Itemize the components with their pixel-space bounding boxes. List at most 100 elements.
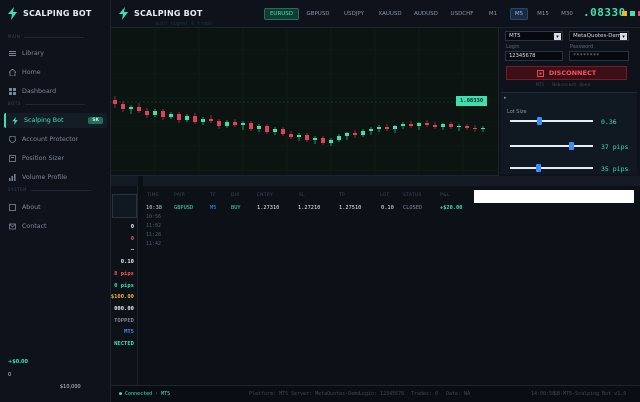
col-header-lot: LOT xyxy=(380,193,390,198)
sidebar-item-position-sizer[interactable]: Position Sizer xyxy=(4,151,107,166)
sidebar-item-dashboard[interactable]: Dashboard xyxy=(4,84,107,99)
app-logo: SCALPING BOT xyxy=(8,7,92,20)
current-price: .08330 xyxy=(583,6,626,19)
chart-watermark: auto signal & trade xyxy=(155,21,213,27)
sidebar-item-library[interactable]: Library xyxy=(4,46,107,61)
lot-size-value: 0.36 xyxy=(601,118,617,126)
disconnect-button[interactable]: DISCONNECT xyxy=(506,66,627,80)
bot-settings-panel: ▸ Lot Size 0.36 37 pips 35 pips xyxy=(501,92,637,174)
col-header-time: TIME xyxy=(147,193,160,198)
candle-body xyxy=(457,126,461,127)
trade-time: 10:38 xyxy=(146,205,162,211)
stop-loss-slider-knob[interactable] xyxy=(535,164,541,172)
candle-body xyxy=(113,100,117,104)
maximize-button[interactable] xyxy=(630,11,635,16)
login-label: Login xyxy=(506,44,520,50)
lot-size-label: Lot Size xyxy=(507,109,527,115)
candle-body xyxy=(273,129,277,132)
pair-tab-usdjpy[interactable]: USDJPY xyxy=(337,8,371,20)
col-header-pair: PAIR xyxy=(174,193,186,198)
status-platform: Platform: MT5 xyxy=(249,391,289,397)
candle-body xyxy=(265,126,269,132)
pair-tab-xauusd[interactable]: XAUUSD xyxy=(373,8,407,20)
candle-body xyxy=(401,124,405,126)
take-profit-slider-knob[interactable] xyxy=(568,142,574,150)
candle-body xyxy=(385,127,389,129)
price-chart[interactable]: auto signal & trade 1.08330 xyxy=(111,21,498,176)
timeframe-tab-m5[interactable]: M5 xyxy=(510,8,528,20)
candle-body xyxy=(393,126,397,129)
trade-direction: BUY xyxy=(231,205,241,211)
sidebar-item-label: Volume Profile xyxy=(22,174,68,181)
password-field[interactable]: ******** xyxy=(569,51,629,61)
stat-value: – xyxy=(130,247,134,254)
list-icon xyxy=(9,50,16,57)
sidebar-item-volume-profile[interactable]: Volume Profile xyxy=(4,170,107,185)
sidebar-item-about[interactable]: About xyxy=(4,200,107,215)
candle-body xyxy=(281,129,285,134)
connection-status: ● Connected · MT5 xyxy=(119,391,171,397)
section-caret-icon: ▸ xyxy=(504,95,507,101)
col-header-pnl: P&L xyxy=(440,193,450,198)
candle-body xyxy=(369,129,373,131)
candle-body xyxy=(377,127,381,129)
sidebar-item-account-protector[interactable]: Account Protector xyxy=(4,132,107,147)
stats-header xyxy=(111,176,138,186)
info-icon xyxy=(9,204,16,211)
timeframe-tab-m15[interactable]: M15 xyxy=(534,8,552,20)
connection-panel: MT5 ▾ MetaQuotes-Demo ▾ Login Password 1… xyxy=(498,28,640,176)
stat-value: 0 pips xyxy=(114,282,134,289)
candle-body xyxy=(321,138,325,143)
candle-body xyxy=(201,119,205,122)
trade-entry: 1.27310 xyxy=(257,205,280,211)
trade-pair: GBPUSD xyxy=(174,205,194,211)
candle-body xyxy=(353,133,357,135)
sidebar-section-main: MAIN xyxy=(8,34,85,39)
sidebar-item-badge: SK xyxy=(88,117,103,124)
sidebar-pnl: +$0.00 xyxy=(8,359,29,365)
trade-status: CLOSED xyxy=(403,205,423,211)
trade-tf: M5 xyxy=(210,205,217,211)
candle-body xyxy=(409,124,413,126)
stop-loss-slider[interactable] xyxy=(510,164,593,172)
sidebar-item-contact[interactable]: Contact xyxy=(4,219,107,234)
lot-size-slider-knob[interactable] xyxy=(537,117,543,125)
candle-body xyxy=(185,116,189,120)
candle-body xyxy=(233,122,237,125)
topbar-logo: SCALPING BOT xyxy=(119,7,203,20)
timeframe-tab-m1[interactable]: M1 xyxy=(485,8,501,20)
candle-body xyxy=(137,107,141,111)
stat-value: $100.00 xyxy=(110,294,134,301)
pair-tab-usdchf[interactable]: USDCHF xyxy=(445,8,479,20)
chart-icon xyxy=(9,174,16,181)
lot-size-slider[interactable] xyxy=(510,117,593,125)
trades-toolbar xyxy=(143,176,640,186)
table-row[interactable]: 10:38 GBPUSD M5 BUY 1.27310 1.27210 1.27… xyxy=(143,203,473,213)
platform-select[interactable]: MT5 ▾ xyxy=(505,31,563,41)
pair-tab-gbpusd[interactable]: GBPUSD xyxy=(301,8,335,20)
minimize-button[interactable] xyxy=(622,11,627,16)
col-header-tp: TP xyxy=(339,193,346,198)
sidebar-item-label: Account Protector xyxy=(22,136,79,143)
status-trades: Trades: 0 xyxy=(411,391,439,397)
sidebar-item-label: Dashboard xyxy=(22,88,57,95)
take-profit-slider[interactable] xyxy=(510,142,593,150)
login-field[interactable]: 12345678 xyxy=(505,51,563,61)
timeframe-tab-m30[interactable]: M30 xyxy=(558,8,576,20)
sidebar-trade-count: 0 xyxy=(8,372,12,378)
sidebar-item-label: Contact xyxy=(22,223,47,230)
col-header-dir: DIR xyxy=(231,193,240,198)
sidebar-item-home[interactable]: Home xyxy=(4,65,107,80)
pair-tab-eurusd[interactable]: EURUSD xyxy=(264,8,299,20)
stats-box xyxy=(112,194,137,218)
server-select[interactable]: MetaQuotes-Demo ▾ xyxy=(569,31,629,41)
shield-icon xyxy=(9,136,16,143)
pair-tab-audusd[interactable]: AUDUSD xyxy=(409,8,443,20)
col-header-status: STATUS xyxy=(403,193,422,198)
bolt-logo-icon xyxy=(8,7,17,20)
stat-value: 8 pips xyxy=(114,270,134,277)
sidebar-item-label: Scalping Bot xyxy=(24,117,64,124)
sidebar-item-scalping-bot[interactable]: Scalping Bot SK xyxy=(4,113,107,128)
candle-body xyxy=(169,114,173,117)
trade-pnl: +$20.00 xyxy=(440,205,463,211)
